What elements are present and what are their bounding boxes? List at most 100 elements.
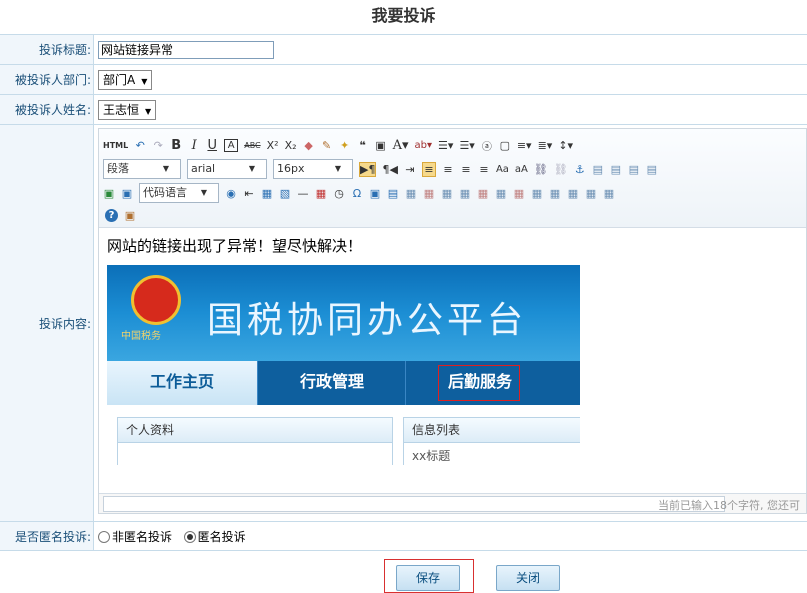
case-upper-icon[interactable]: Aа bbox=[496, 164, 509, 175]
dept-select[interactable]: 部门A ▼ bbox=[98, 69, 153, 90]
undo-icon[interactable]: ↶ bbox=[134, 139, 146, 152]
delete-row-icon[interactable]: ▦ bbox=[459, 187, 471, 200]
line-height-icon[interactable]: ≡▾ bbox=[517, 139, 532, 152]
ordered-list-icon[interactable]: ☰▾ bbox=[438, 139, 453, 152]
time-icon[interactable]: ◷ bbox=[333, 187, 345, 200]
bold-icon[interactable]: B bbox=[170, 138, 182, 153]
chevron-down-icon: ▼ bbox=[200, 188, 208, 197]
name-select[interactable]: 王志恒 ▼ bbox=[98, 99, 157, 120]
font-family-select[interactable]: arial ▼ bbox=[187, 159, 267, 179]
image-left-icon[interactable]: ▤ bbox=[592, 163, 604, 176]
rich-text-editor[interactable]: HTML ↶ ↷ B I U A ABC X² X₂ ◆ ✎ ✦ ❝ ▣ A▾ … bbox=[98, 128, 807, 514]
highlight-icon[interactable]: ab▾ bbox=[415, 140, 433, 151]
font-size-select[interactable]: 16px ▼ bbox=[273, 159, 353, 179]
paragraph-select-value: 段落 bbox=[107, 162, 129, 175]
chevron-down-icon: ▼ bbox=[334, 164, 342, 173]
anchor-text-icon[interactable]: ⓐ bbox=[481, 138, 493, 153]
title-label: 投诉标题: bbox=[0, 34, 94, 65]
map-icon[interactable]: ▣ bbox=[369, 187, 381, 200]
highlight-box bbox=[438, 365, 520, 401]
eraser-icon[interactable]: ◆ bbox=[303, 139, 315, 152]
chevron-down-icon: ▼ bbox=[141, 76, 148, 86]
align-center-icon[interactable]: ≡ bbox=[442, 163, 454, 176]
delete-table-icon[interactable]: ▦ bbox=[603, 187, 615, 200]
align-right-icon[interactable]: ≡ bbox=[460, 163, 472, 176]
paragraph-spacing-icon[interactable]: ≣▾ bbox=[538, 139, 553, 152]
page-title: 我要投诉 bbox=[371, 6, 436, 25]
image-center-icon[interactable]: ▤ bbox=[646, 163, 658, 176]
align-left-icon[interactable]: ≡ bbox=[421, 161, 436, 177]
font-size-select-value: 16px bbox=[277, 162, 305, 175]
paragraph-select[interactable]: 段落 ▼ bbox=[103, 159, 181, 179]
emotion-icon[interactable]: ◉ bbox=[225, 187, 237, 200]
save-button[interactable]: 保存 bbox=[396, 565, 460, 591]
cell-props-icon[interactable]: ▦ bbox=[549, 187, 561, 200]
horizontal-line-icon[interactable]: — bbox=[297, 187, 309, 200]
merge-cells-icon[interactable]: ▦ bbox=[477, 187, 489, 200]
anchor-icon[interactable]: ⚓ bbox=[574, 163, 586, 176]
title-input[interactable] bbox=[98, 40, 274, 59]
unordered-list-icon[interactable]: ☰▾ bbox=[459, 139, 474, 152]
table-props-icon[interactable]: ▦ bbox=[531, 187, 543, 200]
subscript-icon[interactable]: X₂ bbox=[285, 139, 297, 152]
font-border-icon[interactable]: A bbox=[224, 138, 239, 152]
help-icon[interactable]: ? bbox=[105, 208, 118, 222]
insert-col-icon[interactable]: ▦ bbox=[441, 187, 453, 200]
radio-non-anonymous-label: 非匿名投诉 bbox=[112, 529, 173, 544]
insert-row-icon[interactable]: ▦ bbox=[423, 187, 435, 200]
cell-align-icon[interactable]: ▦ bbox=[585, 187, 597, 200]
delete-col-icon[interactable]: ▦ bbox=[513, 187, 525, 200]
image-icon[interactable]: ▣ bbox=[103, 187, 115, 200]
html-source-button[interactable]: HTML bbox=[103, 141, 128, 150]
special-chars-icon[interactable]: Ω bbox=[351, 187, 363, 200]
row-spacing-icon[interactable]: ↕▾ bbox=[558, 139, 573, 152]
editor-toolbar: HTML ↶ ↷ B I U A ABC X² X₂ ◆ ✎ ✦ ❝ ▣ A▾ … bbox=[99, 129, 806, 228]
link-icon[interactable]: ⛓ bbox=[534, 163, 548, 176]
background-icon[interactable]: ▧ bbox=[279, 187, 291, 200]
button-bar: 保存 关闭 bbox=[0, 555, 807, 593]
quote-icon[interactable]: ❝ bbox=[357, 139, 369, 152]
insert-table-icon[interactable]: ▦ bbox=[405, 187, 417, 200]
image-none-icon[interactable]: ▤ bbox=[610, 163, 622, 176]
tab-home: 工作主页 bbox=[107, 361, 257, 405]
tab-admin: 行政管理 bbox=[257, 361, 406, 405]
image-right-icon[interactable]: ▤ bbox=[628, 163, 640, 176]
editor-content[interactable]: 网站的链接出现了异常！望尽快解决！ 中国税务 国税协同办公平台 工作主页 行政管… bbox=[103, 235, 803, 493]
font-color-icon[interactable]: A▾ bbox=[393, 138, 409, 153]
paste-plain-icon[interactable]: ▣ bbox=[124, 209, 136, 222]
ltr-icon[interactable]: ▶¶ bbox=[359, 161, 377, 177]
panel-info-header: 信息列表 bbox=[404, 418, 580, 443]
multi-image-icon[interactable]: ▣ bbox=[121, 187, 133, 200]
case-lower-icon[interactable]: aA bbox=[515, 164, 528, 175]
panel-profile: 个人资料 bbox=[117, 417, 393, 465]
redo-icon[interactable]: ↷ bbox=[152, 139, 164, 152]
indent-icon[interactable]: ⇥ bbox=[404, 163, 416, 176]
content-text: 网站的链接出现了异常！望尽快解决！ bbox=[107, 237, 363, 255]
unlink-icon[interactable]: ⛓ bbox=[554, 163, 568, 176]
code-language-select[interactable]: 代码语言 ▼ bbox=[139, 183, 219, 203]
page-break-icon[interactable]: ⇤ bbox=[243, 187, 255, 200]
format-brush-icon[interactable]: ✎ bbox=[321, 139, 333, 152]
panel-profile-header: 个人资料 bbox=[118, 418, 392, 443]
superscript-icon[interactable]: X² bbox=[267, 139, 279, 152]
paste-icon[interactable]: ▣ bbox=[375, 139, 387, 152]
document-icon[interactable]: ▢ bbox=[499, 139, 511, 152]
close-button[interactable]: 关闭 bbox=[496, 565, 560, 591]
dept-label: 被投诉人部门: bbox=[0, 64, 94, 95]
radio-non-anonymous[interactable] bbox=[98, 531, 110, 543]
align-justify-icon[interactable]: ≡ bbox=[478, 163, 490, 176]
screenshot-tabs: 工作主页 行政管理 后勤服务 bbox=[107, 361, 580, 405]
template-icon[interactable]: ▦ bbox=[261, 187, 273, 200]
italic-icon[interactable]: I bbox=[188, 138, 200, 153]
word-image-icon[interactable]: ▤ bbox=[387, 187, 399, 200]
strikethrough-icon[interactable]: ABC bbox=[244, 141, 260, 150]
magic-icon[interactable]: ✦ bbox=[339, 139, 351, 152]
table-align-icon[interactable]: ▦ bbox=[567, 187, 579, 200]
date-icon[interactable]: ▦ bbox=[315, 187, 327, 200]
chevron-down-icon: ▼ bbox=[248, 164, 256, 173]
rtl-icon[interactable]: ¶◀ bbox=[382, 163, 397, 176]
radio-anonymous-label: 匿名投诉 bbox=[197, 529, 246, 544]
radio-anonymous[interactable] bbox=[183, 531, 196, 543]
split-cells-icon[interactable]: ▦ bbox=[495, 187, 507, 200]
underline-icon[interactable]: U bbox=[206, 138, 218, 153]
